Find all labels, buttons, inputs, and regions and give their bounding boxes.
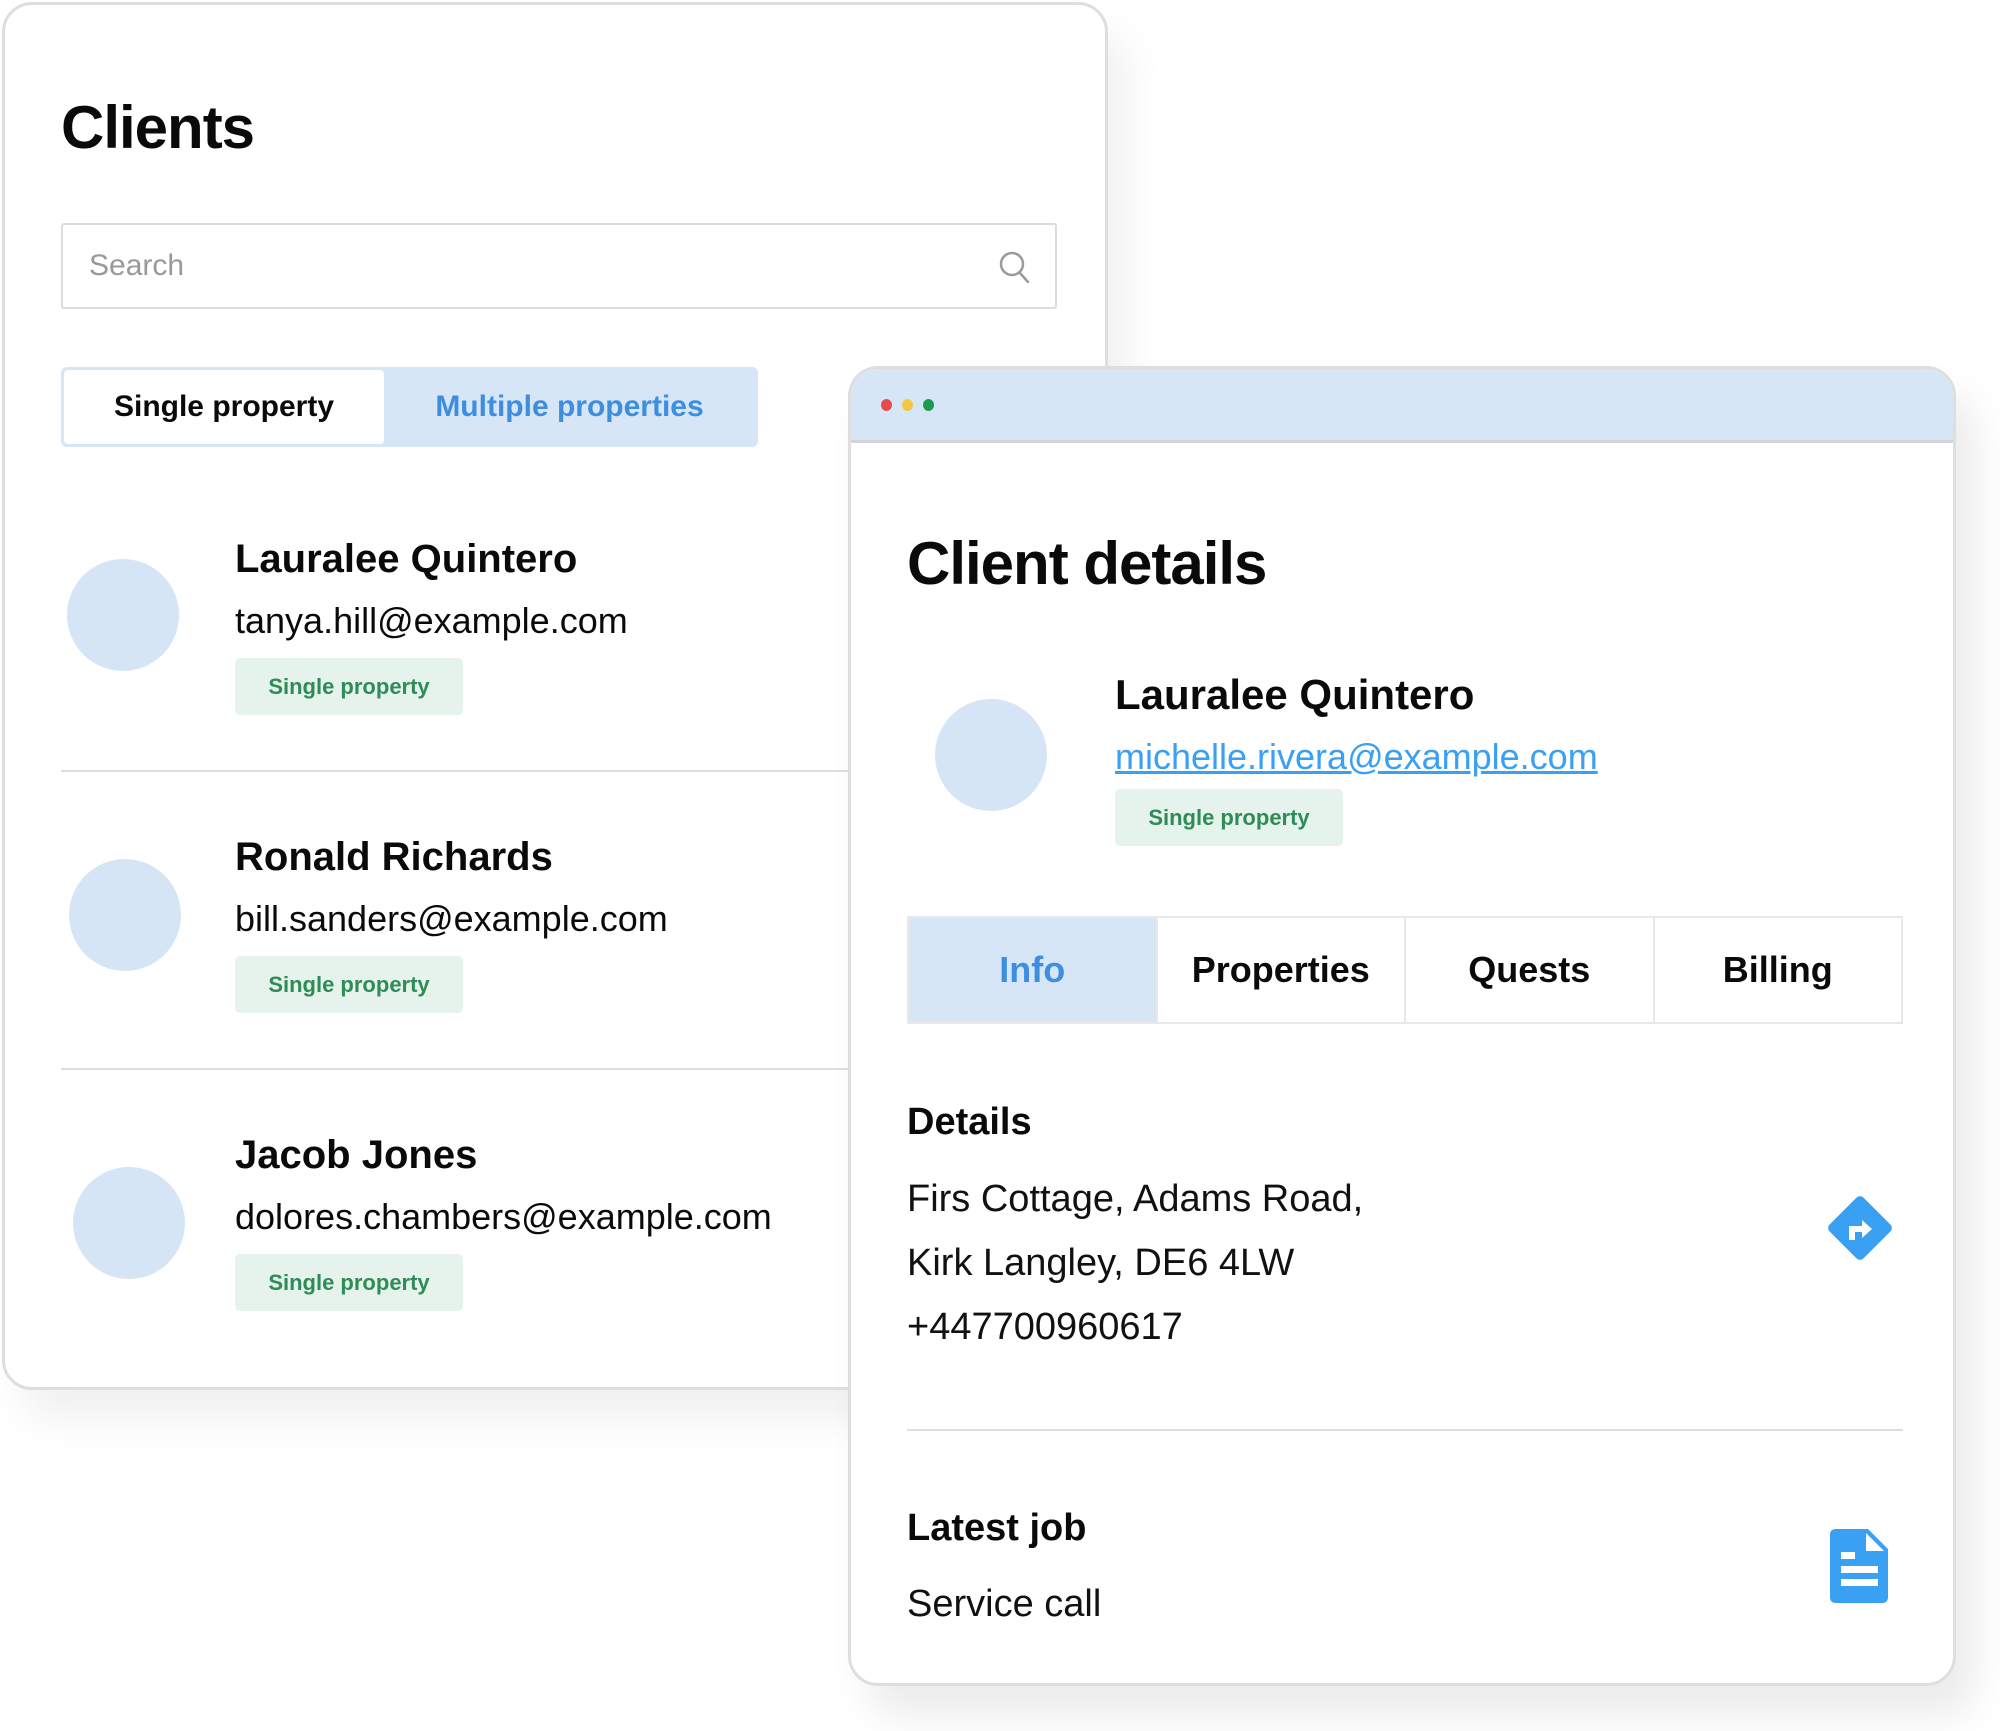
window-maximize-dot[interactable] [923,399,934,411]
address-line-1: Firs Cottage, Adams Road, [907,1178,1364,1220]
avatar [69,859,181,971]
details-heading: Details [907,1101,1032,1143]
client-name: Jacob Jones [235,1133,478,1177]
client-avatar [935,699,1047,811]
document-icon[interactable] [1830,1529,1888,1603]
window-titlebar [851,369,1953,443]
client-email: bill.sanders@example.com [235,898,668,939]
client-name: Ronald Richards [235,835,553,879]
page-title: Clients [61,94,255,161]
window-minimize-dot[interactable] [902,399,913,411]
section-divider [907,1429,1903,1431]
property-badge: Single property [235,1254,463,1311]
detail-tabs: Info Properties Quests Billing [907,916,1903,1024]
client-name: Lauralee Quintero [1115,671,1475,718]
property-badge: Single property [235,956,463,1013]
client-details-window: Client details Lauralee Quintero michell… [848,366,1956,1686]
client-email: tanya.hill@example.com [235,600,628,641]
details-title: Client details [907,530,1267,597]
tab-properties[interactable]: Properties [1155,918,1405,1022]
phone-number: +447700960617 [907,1306,1183,1348]
filter-multiple-properties[interactable]: Multiple properties [384,370,755,444]
address-line-2: Kirk Langley, DE6 4LW [907,1242,1295,1284]
avatar [67,559,179,671]
avatar [73,1167,185,1279]
latest-job-value: Service call [907,1583,1102,1625]
property-filter: Single property Multiple properties [61,367,758,447]
search-box[interactable] [61,223,1057,309]
latest-job-heading: Latest job [907,1507,1087,1549]
property-badge: Single property [235,658,463,715]
tab-billing[interactable]: Billing [1652,918,1902,1022]
search-icon[interactable] [997,249,1031,285]
tab-info[interactable]: Info [909,918,1156,1022]
client-name: Lauralee Quintero [235,537,578,581]
directions-icon[interactable] [1822,1190,1898,1266]
search-input[interactable] [89,243,989,289]
tab-quests[interactable]: Quests [1404,918,1653,1022]
property-badge: Single property [1115,789,1343,846]
filter-single-property[interactable]: Single property [64,370,384,444]
window-close-dot[interactable] [881,399,892,411]
client-email: dolores.chambers@example.com [235,1196,772,1237]
client-email-link[interactable]: michelle.rivera@example.com [1115,736,1598,778]
